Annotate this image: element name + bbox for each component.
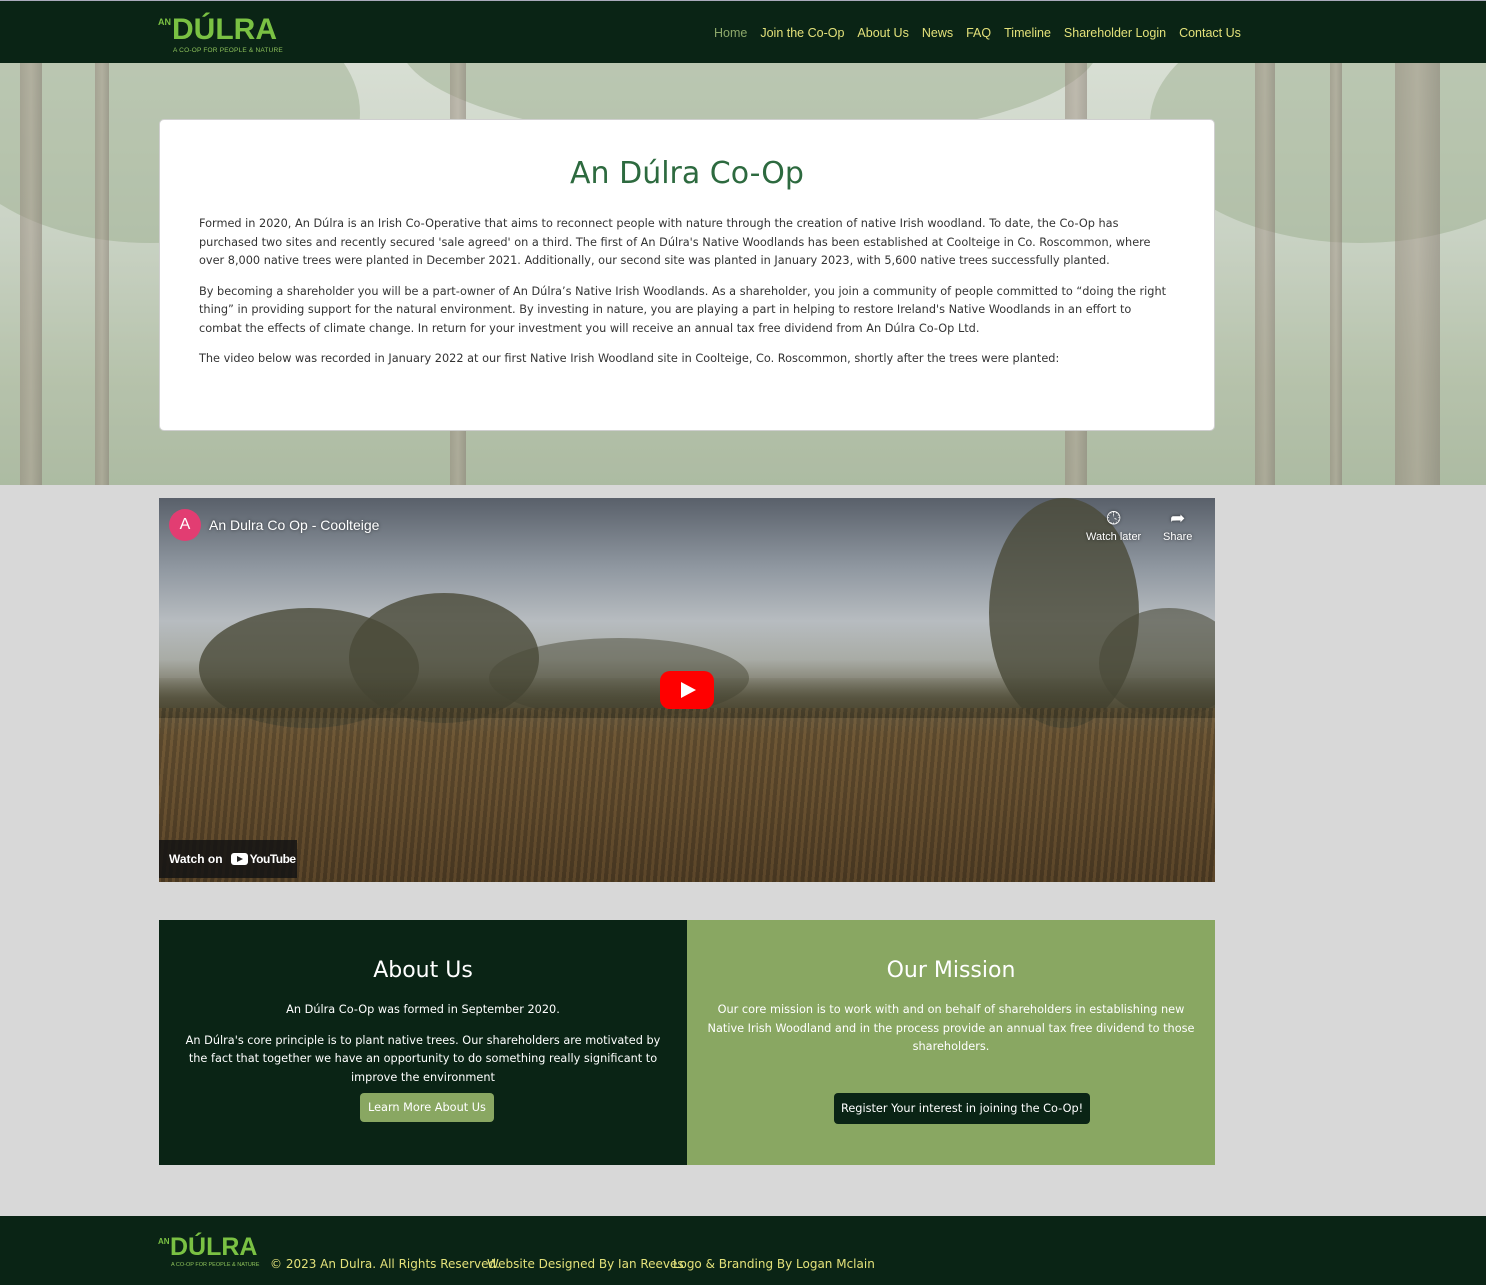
watch-on-label: Watch on [169, 852, 223, 866]
share-button[interactable]: ➦ Share [1163, 508, 1192, 543]
footer-logo-wordmark: DÚLRA [170, 1233, 258, 1261]
watch-later-button[interactable]: 🕓︎ Watch later [1086, 508, 1141, 543]
youtube-logo: YouTube [230, 852, 297, 866]
logo-wordmark: DÚLRA [172, 13, 277, 46]
share-icon: ➦ [1170, 508, 1186, 528]
nav-join-the-co-op[interactable]: Join the Co-Op [760, 26, 844, 40]
footer-branding-link[interactable]: Logo & Branding By Logan Mclain [673, 1257, 875, 1271]
site-footer: AN DÚLRA A CO-OP FOR PEOPLE & NATURE © 2… [0, 1216, 1486, 1285]
learn-more-about-us-button[interactable]: Learn More About Us [360, 1093, 494, 1122]
video-title-row[interactable]: A An Dulra Co Op - Coolteige [169, 509, 379, 541]
watch-later-label: Watch later [1086, 531, 1142, 543]
mission-heading: Our Mission [886, 958, 1016, 983]
mission-panel: Our Mission Our core mission is to work … [687, 920, 1215, 1165]
youtube-embed[interactable]: A An Dulra Co Op - Coolteige 🕓︎ Watch la… [159, 498, 1215, 882]
share-label: Share [1163, 531, 1193, 543]
nav-contact-us[interactable]: Contact Us [1179, 26, 1241, 40]
site-logo[interactable]: AN DÚLRA A CO-OP FOR PEOPLE & NATURE [158, 13, 283, 59]
register-interest-button[interactable]: Register Your interest in joining the Co… [834, 1093, 1091, 1124]
footer-logo-prefix: AN [158, 1237, 170, 1246]
clock-icon: 🕓︎ [1106, 508, 1121, 528]
youtube-play-icon [230, 853, 248, 865]
page-title: An Dúlra Co-Op [570, 156, 804, 191]
about-paragraph: An Dúlra's core principle is to plant na… [185, 1033, 661, 1084]
nav-about-us[interactable]: About Us [857, 26, 908, 40]
youtube-wordmark: YouTube [249, 852, 297, 866]
intro-paragraph: The video below was recorded in January … [199, 352, 1060, 365]
nav-home[interactable]: Home [714, 26, 747, 40]
channel-avatar[interactable]: A [169, 509, 201, 541]
footer-copyright: © 2023 An Dulra. All Rights Reserved. [270, 1257, 500, 1271]
mission-paragraph: Our core mission is to work with and on … [707, 1003, 1195, 1053]
video-grass [159, 708, 1215, 882]
about-panel: About Us An Dúlra Co-Op was formed in Se… [159, 920, 687, 1165]
footer-logo[interactable]: AN DÚLRA A CO-OP FOR PEOPLE & NATURE [158, 1233, 260, 1273]
about-paragraph: An Dúlra Co-Op was formed in September 2… [286, 1003, 560, 1016]
nav-shareholder-login[interactable]: Shareholder Login [1064, 26, 1166, 40]
intro-paragraph: By becoming a shareholder you will be a … [199, 284, 1167, 335]
nav-faq[interactable]: FAQ [966, 26, 991, 40]
nav-news[interactable]: News [922, 26, 953, 40]
intro-paragraph: Formed in 2020, An Dúlra is an Irish Co-… [199, 217, 1151, 267]
play-button[interactable] [660, 671, 714, 709]
footer-designer-link[interactable]: Website Designed By Ian Reeves [487, 1257, 684, 1271]
intro-card: An Dúlra Co-Op Formed in 2020, An Dúlra … [159, 119, 1215, 431]
nav-timeline[interactable]: Timeline [1004, 26, 1051, 40]
site-header: AN DÚLRA A CO-OP FOR PEOPLE & NATURE Hom… [0, 0, 1486, 63]
watch-on-youtube-button[interactable]: Watch on YouTube [159, 840, 297, 878]
footer-logo-tagline: A CO-OP FOR PEOPLE & NATURE [171, 1262, 260, 1268]
logo-tagline: A CO-OP FOR PEOPLE & NATURE [173, 47, 283, 54]
about-heading: About Us [373, 958, 473, 983]
logo-prefix: AN [158, 17, 171, 27]
video-title[interactable]: An Dulra Co Op - Coolteige [209, 517, 379, 533]
main-nav: Home Join the Co-Op About Us News FAQ Ti… [714, 26, 1254, 40]
